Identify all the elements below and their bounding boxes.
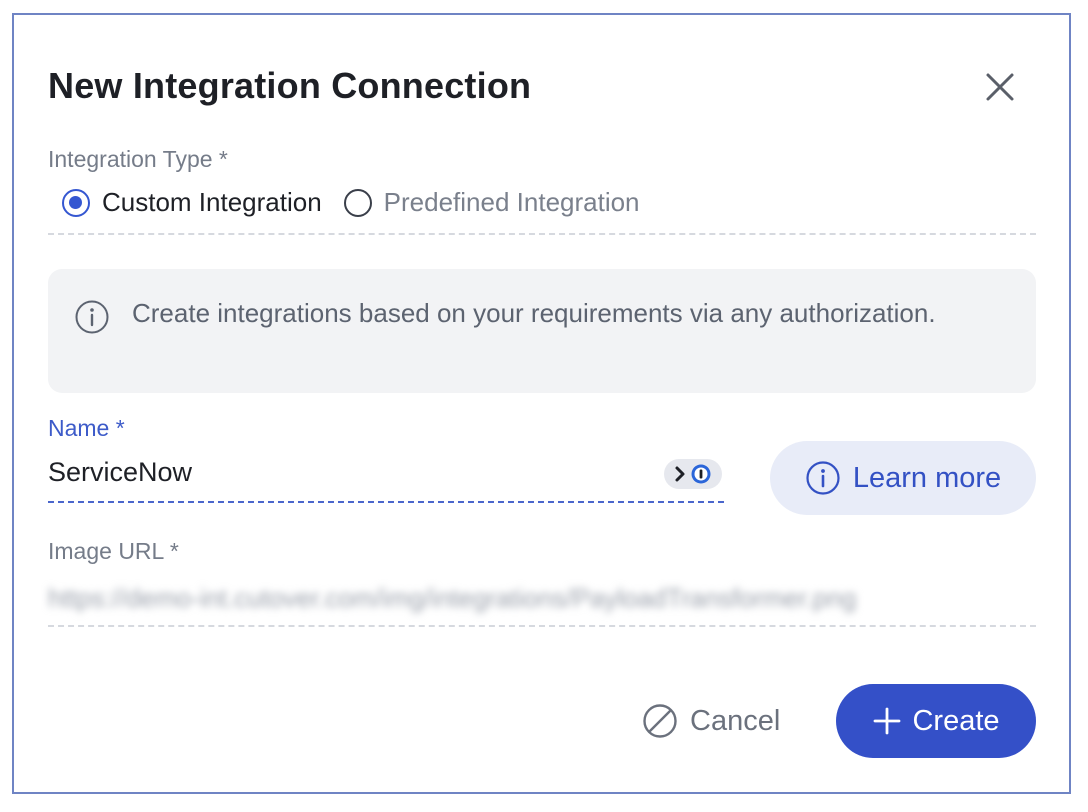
info-text: Create integrations based on your requir…	[132, 298, 936, 328]
image-url-label: Image URL *	[48, 538, 179, 564]
create-button[interactable]: Create	[836, 684, 1036, 758]
image-url-input[interactable]: https://demo-int.cutover.com/img/integra…	[48, 583, 856, 614]
name-value: ServiceNow	[48, 457, 193, 487]
info-icon	[806, 461, 840, 495]
learn-more-button[interactable]: Learn more	[770, 441, 1036, 515]
password-manager-button[interactable]	[664, 459, 722, 489]
learn-more-label: Learn more	[852, 461, 1002, 494]
new-integration-dialog: New Integration Connection Integration T…	[12, 13, 1071, 794]
divider	[48, 233, 1036, 235]
password-manager-icon	[675, 464, 711, 484]
create-label: Create	[912, 704, 1000, 737]
integration-type-label: Integration Type *	[48, 146, 228, 172]
image-url-underline	[48, 625, 1036, 627]
close-icon	[986, 73, 1014, 101]
name-input[interactable]: ServiceNow	[48, 455, 724, 503]
cancel-button[interactable]: Cancel	[642, 703, 780, 739]
dialog-title: New Integration Connection	[48, 65, 532, 106]
radio-custom-integration-label: Custom Integration	[102, 187, 322, 217]
radio-checked-icon	[62, 188, 90, 217]
cancel-icon	[643, 704, 677, 738]
radio-predefined-integration[interactable]: Predefined Integration	[343, 187, 640, 218]
plus-icon	[874, 707, 901, 735]
info-icon	[75, 300, 109, 334]
radio-unchecked-icon	[343, 188, 372, 217]
integration-type-radio-group: Custom Integration Predefined Integratio…	[62, 187, 662, 218]
close-button[interactable]	[980, 67, 1020, 107]
radio-predefined-integration-label: Predefined Integration	[383, 187, 640, 217]
info-banner: Create integrations based on your requir…	[48, 269, 1036, 393]
radio-custom-integration[interactable]: Custom Integration	[62, 187, 322, 218]
name-label: Name *	[48, 415, 125, 441]
cancel-label: Cancel	[690, 704, 781, 737]
